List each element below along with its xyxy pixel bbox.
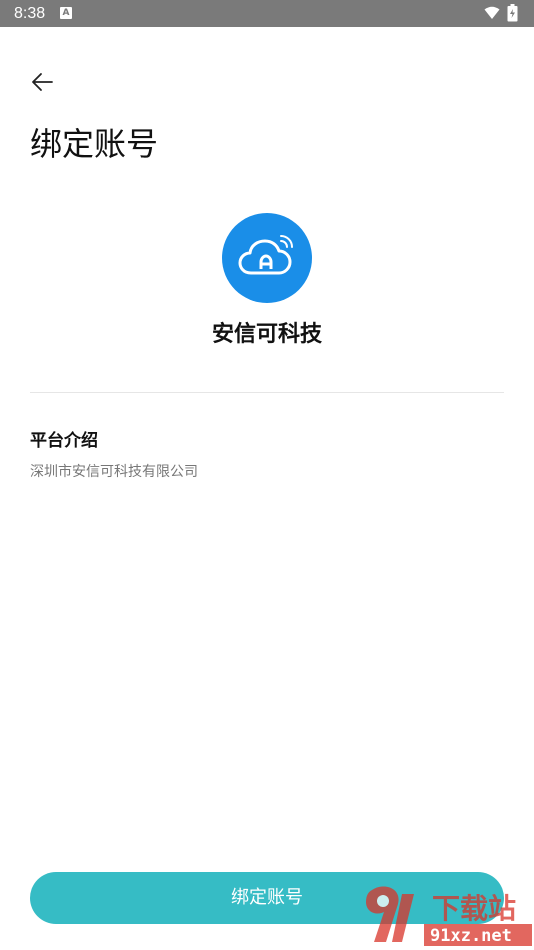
wifi-icon bbox=[484, 6, 500, 19]
notification-a-icon: A bbox=[60, 7, 72, 19]
battery-charging-icon bbox=[507, 4, 518, 22]
arrow-left-icon bbox=[32, 73, 53, 91]
watermark-domain: 91xz.net bbox=[430, 926, 512, 946]
status-bar: 8:38 A bbox=[0, 0, 534, 27]
cloud-wifi-icon bbox=[238, 235, 293, 275]
platform-logo bbox=[222, 213, 312, 303]
watermark-logo: 下载站 91xz.net bbox=[366, 886, 532, 946]
platform-name: 安信可科技 bbox=[211, 322, 322, 347]
divider bbox=[30, 392, 504, 393]
watermark-title: 下载站 bbox=[432, 892, 516, 925]
back-button[interactable] bbox=[24, 64, 60, 100]
intro-heading: 平台介绍 bbox=[30, 431, 98, 451]
page-title: 绑定账号 bbox=[30, 125, 159, 163]
status-time: 8:38 bbox=[14, 5, 46, 22]
intro-text: 深圳市安信可科技有限公司 bbox=[30, 464, 198, 480]
